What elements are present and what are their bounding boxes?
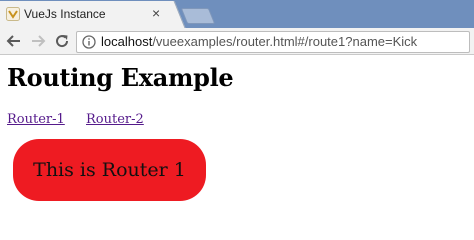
browser-toolbar: localhost/vueexamples/router.html#/route… [0,28,474,55]
info-icon[interactable] [82,35,96,49]
router-2-link[interactable]: Router-2 [86,112,144,127]
router-view-box: This is Router 1 [13,139,206,201]
tab-title: VueJs Instance [24,7,106,21]
url-path: /vueexamples/router.html#/route1?name=Ki… [152,34,418,49]
page-content: Routing Example Router-1 Router-2 This i… [0,55,474,224]
browser-tab[interactable]: VueJs Instance × [0,1,171,28]
tab-close-icon[interactable]: × [152,5,160,21]
forward-button[interactable] [28,31,48,51]
page-title: Routing Example [7,63,234,92]
back-button[interactable] [4,31,24,51]
reload-button[interactable] [52,31,72,51]
tab-favicon-icon [6,7,20,21]
router-view-text: This is Router 1 [33,159,186,181]
new-tab-button[interactable] [180,8,216,24]
tab-strip: VueJs Instance × [0,0,474,28]
url-host: localhost [101,34,153,49]
url-text: localhost/vueexamples/router.html#/route… [101,34,417,49]
back-arrow-icon [6,35,20,47]
address-bar[interactable]: localhost/vueexamples/router.html#/route… [76,31,470,53]
router-1-link[interactable]: Router-1 [7,112,65,127]
reload-icon [56,35,69,48]
forward-arrow-icon [32,35,46,47]
